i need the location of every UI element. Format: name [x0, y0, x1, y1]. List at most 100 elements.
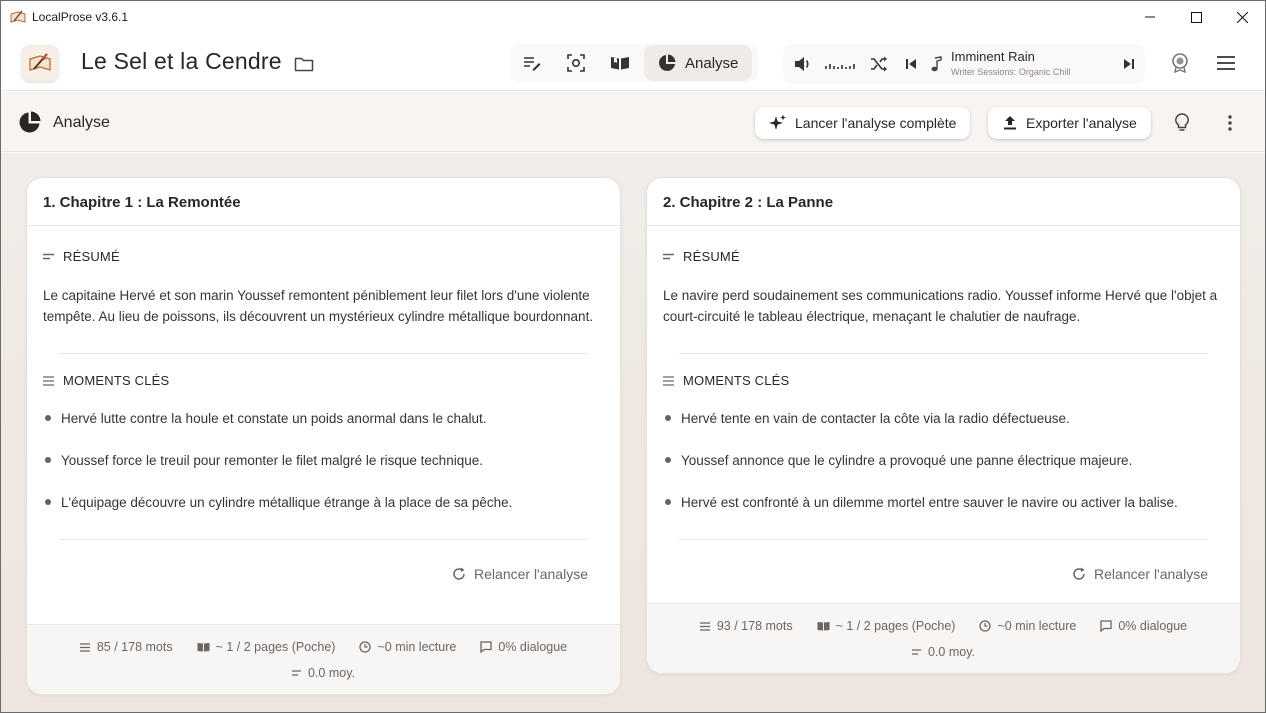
dialogue-ratio: 0% dialogue [1100, 616, 1187, 636]
lines-icon [79, 642, 91, 652]
word-count: 93 / 178 mots [699, 616, 793, 636]
badge-icon[interactable] [1168, 51, 1192, 75]
reading-time: ~0 min lecture [979, 616, 1076, 636]
summary-label: RÉSUMÉ [63, 249, 120, 264]
export-analysis-button[interactable]: Exporter l'analyse [988, 107, 1151, 139]
chapter-card: 2. Chapitre 2 : La Panne RÉSUMÉ Le navir… [646, 177, 1241, 674]
pie-chart-icon [19, 111, 41, 133]
chapter-summary: Le navire perd soudainement ses communic… [663, 288, 1218, 324]
read-mode-icon[interactable] [598, 44, 642, 82]
lightbulb-icon[interactable] [1170, 111, 1194, 135]
track-title: Imminent Rain [951, 49, 1035, 64]
maximize-button[interactable] [1173, 1, 1219, 33]
comment-icon [1100, 620, 1112, 632]
run-full-analysis-label: Lancer l'analyse complète [795, 115, 957, 131]
average-stat: 0.0 moy. [911, 642, 975, 662]
list-item: L'équipage découvre un cylindre métalliq… [43, 492, 604, 512]
app-logo-icon [10, 9, 26, 25]
chapter-card: 1. Chapitre 1 : La Remontée RÉSUMÉ Le ca… [26, 177, 621, 695]
list-item: Hervé lutte contre la houle et constate … [43, 408, 604, 428]
key-moments-label: MOMENTS CLÉS [63, 373, 170, 388]
chapter-stats: 93 / 178 mots ~ 1 / 2 pages (Poche) ~0 m… [647, 603, 1240, 673]
music-player: Imminent Rain Writer Sessions: Organic C… [783, 44, 1145, 84]
export-analysis-label: Exporter l'analyse [1026, 115, 1137, 131]
write-mode-icon[interactable] [510, 44, 554, 82]
analysis-mode-tab[interactable]: Analyse [644, 45, 753, 81]
comment-icon [480, 641, 492, 653]
analysis-content: 1. Chapitre 1 : La Remontée RÉSUMÉ Le ca… [1, 153, 1265, 712]
moment-text: Youssef force le treuil pour remonter le… [61, 452, 483, 468]
summary-heading: RÉSUMÉ [663, 249, 1224, 264]
chapter-title: 1. Chapitre 1 : La Remontée [27, 178, 620, 226]
menu-icon[interactable] [1214, 51, 1238, 75]
relaunch-analysis-button[interactable]: Relancer l'analyse [27, 564, 620, 584]
page-count: ~ 1 / 2 pages (Poche) [197, 637, 335, 657]
track-subtitle: Writer Sessions: Organic Chill [951, 67, 1071, 77]
relaunch-label: Relancer l'analyse [474, 566, 588, 582]
chapter-stats: 85 / 178 mots ~ 1 / 2 pages (Poche) ~0 m… [27, 624, 620, 694]
window-title: LocalProse v3.6.1 [32, 10, 129, 24]
book-icon [817, 621, 830, 631]
moment-text: Hervé est confronté à un dilemme mortel … [681, 494, 1178, 510]
relaunch-label: Relancer l'analyse [1094, 566, 1208, 582]
mode-switcher: Analyse [510, 44, 758, 82]
app-window: LocalProse v3.6.1 Le Sel et la Cendre An… [0, 0, 1266, 713]
book-icon [197, 642, 210, 652]
relaunch-analysis-button[interactable]: Relancer l'analyse [647, 564, 1240, 584]
app-header: Le Sel et la Cendre Analyse Imminent Rai… [1, 33, 1265, 91]
refresh-icon [1072, 567, 1086, 581]
divider [59, 539, 588, 540]
word-count: 85 / 178 mots [79, 637, 173, 657]
analysis-mode-label: Analyse [685, 54, 739, 72]
refresh-icon [452, 567, 466, 581]
book-title: Le Sel et la Cendre [81, 48, 282, 74]
clock-icon [359, 641, 372, 653]
list-icon [663, 375, 677, 386]
close-window-button[interactable] [1219, 1, 1265, 33]
reading-time: ~0 min lecture [359, 637, 456, 657]
short-text-icon [663, 253, 677, 261]
list-item: Hervé est confronté à un dilemme mortel … [663, 492, 1224, 512]
equalizer-icon [823, 52, 857, 76]
average-stat: 0.0 moy. [291, 663, 355, 683]
title-bar: LocalProse v3.6.1 [1, 1, 1265, 33]
summary-heading: RÉSUMÉ [43, 249, 604, 264]
more-options-icon[interactable] [1218, 111, 1242, 135]
section-title: Analyse [53, 114, 110, 131]
clock-icon [979, 620, 992, 632]
list-item: Youssef annonce que le cylindre a provoq… [663, 450, 1224, 470]
key-moments-heading: MOMENTS CLÉS [663, 373, 1224, 388]
chapter-summary: Le capitaine Hervé et son marin Youssef … [43, 288, 594, 324]
sparkles-icon [769, 114, 787, 132]
shuffle-icon[interactable] [867, 52, 891, 76]
list-icon [43, 375, 57, 386]
music-note-icon [924, 52, 948, 76]
focus-mode-icon[interactable] [554, 44, 598, 82]
quill-book-icon [29, 53, 51, 71]
run-full-analysis-button[interactable]: Lancer l'analyse complète [755, 107, 971, 139]
list-item: Youssef force le treuil pour remonter le… [43, 450, 604, 470]
analysis-toolbar: Analyse Lancer l'analyse complète Export… [1, 92, 1265, 152]
chapter-title: 2. Chapitre 2 : La Panne [647, 178, 1240, 226]
upload-icon [1002, 115, 1018, 131]
volume-icon[interactable] [791, 52, 815, 76]
key-moments-label: MOMENTS CLÉS [683, 373, 790, 388]
previous-track-icon[interactable] [899, 52, 923, 76]
moment-text: Hervé tente en vain de contacter la côte… [681, 410, 1070, 426]
moment-text: L'équipage découvre un cylindre métalliq… [61, 494, 513, 510]
short-text-icon [911, 648, 922, 656]
page-count: ~ 1 / 2 pages (Poche) [817, 616, 955, 636]
app-logo-button[interactable] [22, 45, 58, 81]
summary-label: RÉSUMÉ [683, 249, 740, 264]
moment-text: Youssef annonce que le cylindre a provoq… [681, 452, 1133, 468]
divider [679, 539, 1208, 540]
short-text-icon [43, 253, 57, 261]
minimize-button[interactable] [1127, 1, 1173, 33]
list-item: Hervé tente en vain de contacter la côte… [663, 408, 1224, 428]
lines-icon [699, 621, 711, 631]
folder-icon[interactable] [292, 52, 316, 76]
key-moments-heading: MOMENTS CLÉS [43, 373, 604, 388]
moment-text: Hervé lutte contre la houle et constate … [61, 410, 487, 426]
pie-chart-icon [659, 54, 676, 71]
next-track-icon[interactable] [1117, 52, 1141, 76]
